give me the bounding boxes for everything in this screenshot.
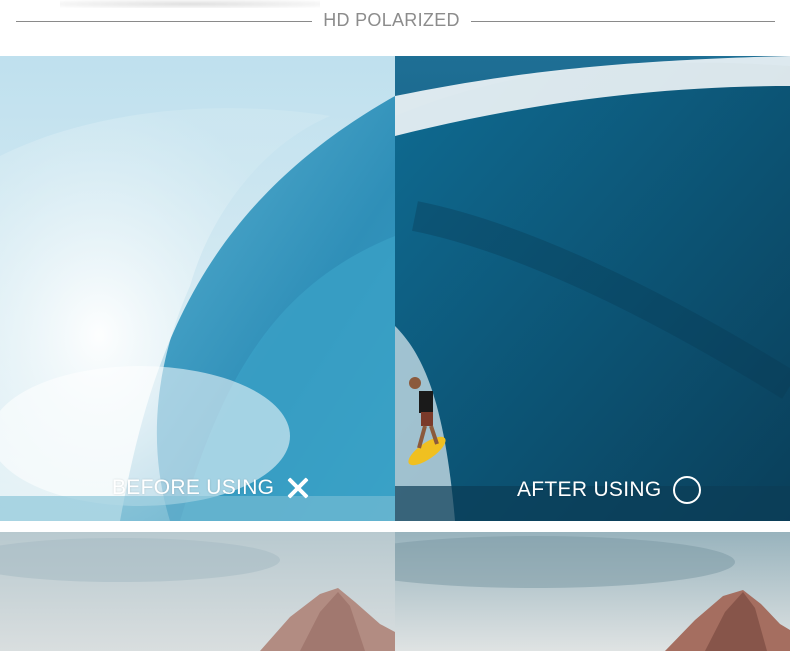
header-divider-right bbox=[471, 21, 775, 22]
before-wave-image bbox=[0, 56, 395, 521]
circle-icon bbox=[673, 476, 702, 504]
section-title: HD POLARIZED bbox=[323, 10, 460, 30]
section-header: HD POLARIZED bbox=[0, 0, 790, 56]
header-shadow bbox=[60, 0, 320, 8]
before-using-text: BEFORE USING bbox=[112, 476, 275, 499]
before-using-label: BEFORE USING bbox=[112, 476, 310, 500]
after-wave-image bbox=[395, 56, 790, 521]
cross-icon bbox=[286, 476, 310, 500]
before-mountain-image bbox=[0, 532, 395, 651]
after-using-label: AFTER USING bbox=[517, 476, 702, 504]
after-using-text: AFTER USING bbox=[517, 478, 662, 501]
panel-separator bbox=[0, 521, 790, 532]
after-mountain-image bbox=[395, 532, 790, 651]
header-divider-left bbox=[16, 21, 312, 22]
